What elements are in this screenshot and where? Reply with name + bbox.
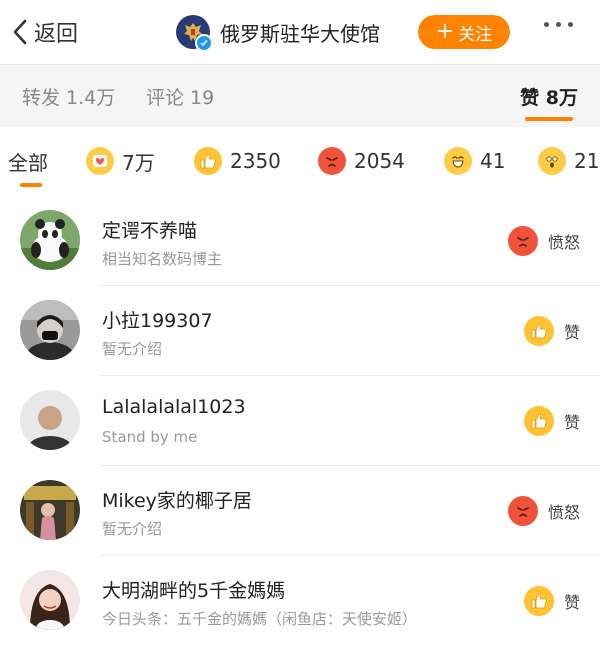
chevron-left-icon xyxy=(12,19,28,45)
filter-surprised-count: 21 xyxy=(574,149,600,173)
user-name[interactable]: 大明湖畔的5千金媽媽 xyxy=(102,576,285,603)
more-options-icon[interactable] xyxy=(544,22,573,27)
account-name: 俄罗斯驻华大使馆 xyxy=(220,21,380,46)
back-button[interactable]: 返回 xyxy=(12,14,78,50)
list-item[interactable]: 小拉199307 暂无介绍 赞 xyxy=(20,286,600,376)
thumbs-up-emoji-icon xyxy=(523,406,554,436)
avatar[interactable] xyxy=(20,300,80,360)
reaction-label: 赞 xyxy=(563,593,580,612)
angry-emoji-icon xyxy=(318,147,346,175)
account-avatar[interactable] xyxy=(176,15,213,52)
user-name[interactable]: Lalalalalal1023 xyxy=(102,396,246,418)
tab-likes[interactable]: 赞 8万 xyxy=(520,83,578,110)
reaction-user-list: 定谔不养喵 相当知名数码博主 愤怒 小拉199307 暂无介绍 赞 Lalala… xyxy=(0,196,600,645)
tab-active-indicator xyxy=(525,117,573,121)
reaction-indicator: 赞 xyxy=(523,406,580,436)
list-item[interactable]: 定谔不养喵 相当知名数码博主 愤怒 xyxy=(20,196,600,286)
angry-emoji-icon xyxy=(507,496,538,526)
plus-icon: + xyxy=(435,19,455,44)
filter-laughing-count: 41 xyxy=(480,149,506,173)
thumbs-up-emoji-icon xyxy=(523,586,554,616)
filter-all[interactable]: 全部 xyxy=(8,145,48,177)
angry-emoji-icon xyxy=(507,226,538,256)
user-description: Stand by me xyxy=(102,428,198,446)
filter-angry[interactable]: 2054 xyxy=(318,145,405,177)
filter-surprised[interactable]: 21 xyxy=(538,145,599,177)
tab-repost[interactable]: 转发 1.4万 xyxy=(22,83,115,110)
reaction-label: 愤怒 xyxy=(547,233,580,252)
reaction-indicator: 赞 xyxy=(523,316,580,346)
reaction-indicator: 赞 xyxy=(523,586,580,616)
filter-heart[interactable]: 7万 xyxy=(86,145,155,177)
verified-badge-icon xyxy=(195,34,213,52)
filter-thumbs-up[interactable]: 2350 xyxy=(194,145,281,177)
filter-all-label: 全部 xyxy=(8,150,48,175)
avatar[interactable] xyxy=(20,390,80,450)
thumbs-up-emoji-icon xyxy=(194,147,222,175)
user-name[interactable]: 小拉199307 xyxy=(102,306,213,333)
user-description: 暂无介绍 xyxy=(102,520,163,538)
filter-heart-count: 7万 xyxy=(122,150,155,175)
avatar[interactable] xyxy=(20,480,80,540)
filter-active-indicator xyxy=(20,183,42,187)
filter-thumbs-up-count: 2350 xyxy=(230,149,281,173)
reaction-indicator: 愤怒 xyxy=(507,496,580,526)
surprised-emoji-icon xyxy=(538,147,566,175)
user-description: 暂无介绍 xyxy=(102,340,163,358)
tab-comments[interactable]: 评论 19 xyxy=(146,83,214,110)
tab-bar: 转发 1.4万 评论 19 赞 8万 xyxy=(0,64,600,128)
thumbs-up-emoji-icon xyxy=(523,316,554,346)
avatar[interactable] xyxy=(20,570,80,630)
list-item[interactable]: Lalalalalal1023 Stand by me 赞 xyxy=(20,376,600,466)
user-description: 今日头条：五千金的媽媽（闲鱼店：天使安姬） xyxy=(102,610,418,628)
filter-laughing[interactable]: 41 xyxy=(444,145,505,177)
user-description: 相当知名数码博主 xyxy=(102,250,223,268)
reaction-label: 赞 xyxy=(563,323,580,342)
account-header[interactable]: 俄罗斯驻华大使馆 xyxy=(176,14,380,52)
list-item[interactable]: 大明湖畔的5千金媽媽 今日头条：五千金的媽媽（闲鱼店：天使安姬） 赞 xyxy=(20,556,600,645)
laughing-emoji-icon xyxy=(444,147,472,175)
follow-button[interactable]: + 关注 xyxy=(418,15,510,49)
top-bar: 返回 俄罗斯驻华大使馆 + 关注 xyxy=(0,0,600,64)
user-name[interactable]: Mikey家的椰子居 xyxy=(102,486,252,513)
heart-emoji-icon xyxy=(86,147,114,175)
back-label: 返回 xyxy=(34,22,79,47)
follow-label: 关注 xyxy=(458,24,493,45)
reaction-label: 愤怒 xyxy=(547,503,580,522)
reaction-label: 赞 xyxy=(563,413,580,432)
list-item[interactable]: Mikey家的椰子居 暂无介绍 愤怒 xyxy=(20,466,600,556)
reaction-filter-bar: 全部 7万 2350 2054 41 21 xyxy=(0,127,600,193)
user-name[interactable]: 定谔不养喵 xyxy=(102,216,197,243)
reaction-indicator: 愤怒 xyxy=(507,226,580,256)
avatar[interactable] xyxy=(20,210,80,270)
filter-angry-count: 2054 xyxy=(354,149,405,173)
